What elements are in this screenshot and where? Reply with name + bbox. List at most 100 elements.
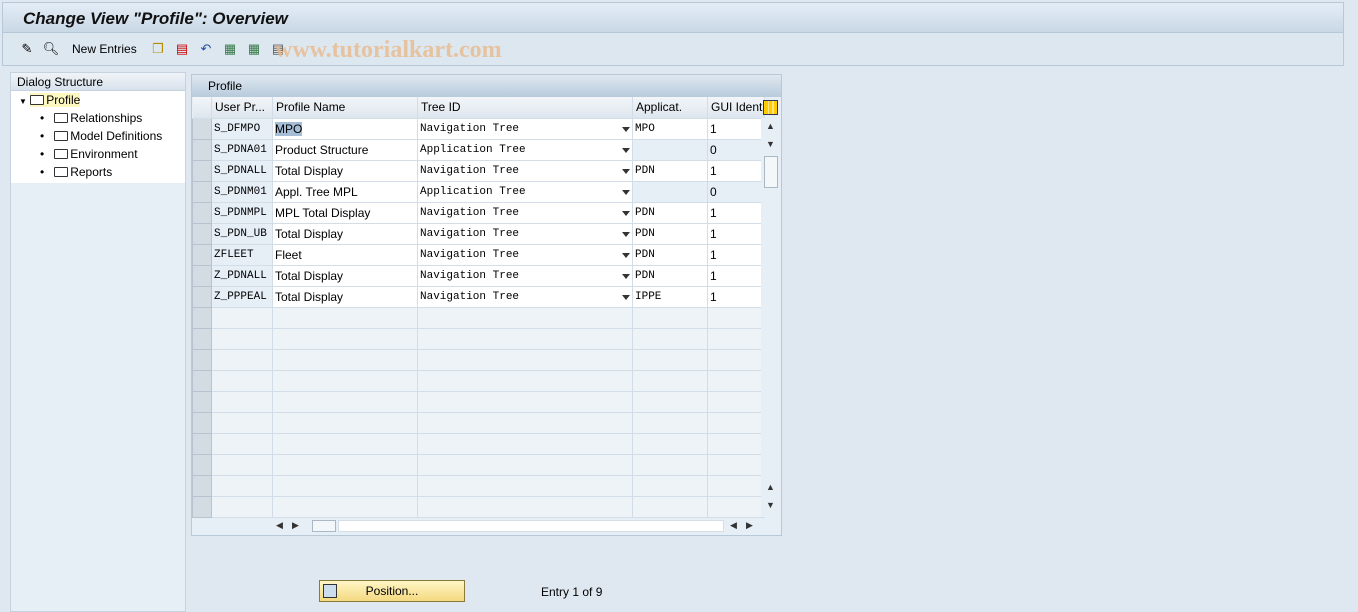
row-selector[interactable] (192, 474, 212, 497)
cell-gui-ident[interactable]: 1 (707, 202, 766, 224)
column-header-user-profile[interactable]: User Pr... (211, 97, 273, 119)
scroll-left-icon[interactable]: ◀ (276, 520, 283, 531)
dropdown-icon[interactable] (622, 189, 630, 195)
dropdown-icon[interactable] (622, 252, 630, 258)
cell-profile-name[interactable]: Total Display (272, 223, 418, 245)
undo-icon[interactable]: ↶ (197, 40, 215, 58)
cell-application[interactable]: PDN (632, 223, 708, 245)
scroll-up-icon[interactable]: ▲ (766, 482, 775, 492)
cell-gui-ident[interactable]: 1 (707, 160, 766, 182)
select-all-icon[interactable]: ▦ (221, 40, 239, 58)
scroll-left-icon[interactable]: ◀ (730, 520, 737, 531)
row-selector[interactable] (192, 117, 212, 140)
dropdown-icon[interactable] (622, 273, 630, 279)
cell-profile-name[interactable]: Total Display (272, 286, 418, 308)
column-header-tree-id[interactable]: Tree ID (417, 97, 633, 119)
cell-user-profile[interactable]: Z_PPPEAL (211, 286, 273, 308)
tree-node-relationships[interactable]: • Relationships (11, 109, 185, 127)
dropdown-icon[interactable] (622, 231, 630, 237)
scroll-right-icon[interactable]: ▶ (746, 520, 753, 531)
scroll-down-icon[interactable]: ▼ (766, 500, 775, 510)
row-selector[interactable] (192, 348, 212, 371)
cell-user-profile[interactable]: S_PDNA01 (211, 139, 273, 161)
cell-profile-name[interactable]: Fleet (272, 244, 418, 266)
cell-gui-ident[interactable]: 0 (707, 181, 766, 203)
row-selector[interactable] (192, 411, 212, 434)
scroll-thumb[interactable] (312, 520, 336, 532)
row-selector[interactable] (192, 222, 212, 245)
row-selector[interactable] (192, 180, 212, 203)
cell-tree-id[interactable]: Application Tree (417, 181, 633, 203)
position-button[interactable]: Position... (319, 580, 465, 602)
tree-node-reports[interactable]: • Reports (11, 163, 185, 181)
cell-application[interactable]: PDN (632, 202, 708, 224)
column-header-profile-name[interactable]: Profile Name (272, 97, 418, 119)
tree-node-profile[interactable]: ▼ Profile (11, 91, 185, 109)
tree-node-environment[interactable]: • Environment (11, 145, 185, 163)
scroll-track[interactable] (338, 520, 724, 532)
cell-tree-id[interactable]: Application Tree (417, 139, 633, 161)
cell-tree-id[interactable]: Navigation Tree (417, 244, 633, 266)
cell-profile-name[interactable]: Total Display (272, 160, 418, 182)
cell-application[interactable] (632, 139, 708, 161)
row-selector[interactable] (192, 201, 212, 224)
scroll-down-icon[interactable]: ▼ (766, 139, 775, 149)
cell-user-profile[interactable]: S_PDNMPL (211, 202, 273, 224)
cell-user-profile[interactable]: ZFLEET (211, 244, 273, 266)
row-selector[interactable] (192, 243, 212, 266)
cell-user-profile[interactable]: S_PDNALL (211, 160, 273, 182)
select-block-icon[interactable]: ▦ (245, 40, 263, 58)
cell-application[interactable]: IPPE (632, 286, 708, 308)
cell-tree-id[interactable]: Navigation Tree (417, 286, 633, 308)
scroll-up-icon[interactable]: ▲ (766, 121, 775, 131)
row-selector[interactable] (192, 264, 212, 287)
cell-application[interactable] (632, 181, 708, 203)
cell-gui-ident[interactable]: 0 (707, 139, 766, 161)
cell-tree-id[interactable]: Navigation Tree (417, 118, 633, 140)
cell-application[interactable]: MPO (632, 118, 708, 140)
delete-icon[interactable]: ▤ (173, 40, 191, 58)
cell-gui-ident[interactable]: 1 (707, 223, 766, 245)
column-settings-icon[interactable] (763, 100, 778, 115)
cell-tree-id[interactable]: Navigation Tree (417, 202, 633, 224)
row-selector[interactable] (192, 306, 212, 329)
scroll-right-icon[interactable]: ▶ (292, 520, 299, 531)
horizontal-scrollbar[interactable]: ◀ ▶ ◀ ▶ (272, 517, 782, 535)
row-selector[interactable] (192, 138, 212, 161)
row-selector[interactable] (192, 495, 212, 518)
row-selector[interactable] (192, 327, 212, 350)
cell-user-profile[interactable]: S_PDN_UB (211, 223, 273, 245)
cell-user-profile[interactable]: S_DFMPO (211, 118, 273, 140)
cell-profile-name[interactable]: Product Structure (272, 139, 418, 161)
dropdown-icon[interactable] (622, 147, 630, 153)
cell-gui-ident[interactable]: 1 (707, 118, 766, 140)
column-header-application[interactable]: Applicat. (632, 97, 708, 119)
select-all-cell[interactable] (192, 97, 212, 119)
dropdown-icon[interactable] (622, 210, 630, 216)
dropdown-icon[interactable] (622, 126, 630, 132)
row-selector[interactable] (192, 369, 212, 392)
cell-profile-name[interactable]: MPL Total Display (272, 202, 418, 224)
scroll-thumb[interactable] (764, 156, 778, 188)
row-selector[interactable] (192, 432, 212, 455)
cell-user-profile[interactable]: Z_PDNALL (211, 265, 273, 287)
expand-icon[interactable]: ▼ (19, 97, 27, 106)
row-selector[interactable] (192, 390, 212, 413)
copy-icon[interactable]: ❐ (149, 40, 167, 58)
cell-profile-name[interactable]: Total Display (272, 265, 418, 287)
dropdown-icon[interactable] (622, 294, 630, 300)
cell-profile-name[interactable]: MPO (272, 118, 418, 140)
column-header-gui-ident[interactable]: GUI Ident (707, 97, 766, 119)
row-selector[interactable] (192, 285, 212, 308)
cell-tree-id[interactable]: Navigation Tree (417, 223, 633, 245)
cell-gui-ident[interactable]: 1 (707, 286, 766, 308)
cell-profile-name[interactable]: Appl. Tree MPL (272, 181, 418, 203)
cell-gui-ident[interactable]: 1 (707, 265, 766, 287)
cell-tree-id[interactable]: Navigation Tree (417, 265, 633, 287)
change-display-icon[interactable]: ✎ (18, 40, 36, 58)
cell-application[interactable]: PDN (632, 160, 708, 182)
cell-gui-ident[interactable]: 1 (707, 244, 766, 266)
dropdown-icon[interactable] (622, 168, 630, 174)
tree-node-model-definitions[interactable]: • Model Definitions (11, 127, 185, 145)
cell-application[interactable]: PDN (632, 265, 708, 287)
